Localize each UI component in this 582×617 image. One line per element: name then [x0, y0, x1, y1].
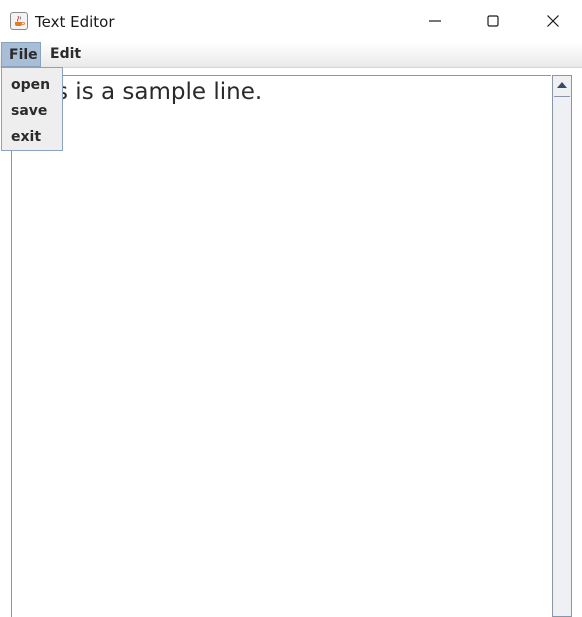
close-icon [547, 15, 559, 27]
menu-edit[interactable]: Edit [43, 42, 88, 67]
minimize-icon [429, 20, 441, 22]
window-title: Text Editor [35, 13, 115, 31]
scroll-up-button[interactable] [554, 77, 570, 95]
maximize-button[interactable] [464, 0, 522, 42]
arrow-up-icon [557, 82, 567, 88]
file-menu-dropdown: open save exit [1, 67, 63, 151]
scroll-track-divider [554, 96, 570, 97]
menu-item-exit[interactable]: exit [2, 124, 62, 150]
menu-item-open[interactable]: open [2, 72, 62, 98]
maximize-icon [487, 15, 499, 27]
text-area[interactable]: This is a sample line. [11, 75, 551, 617]
java-coffee-icon [10, 12, 28, 30]
menu-file[interactable]: File [1, 42, 41, 67]
title-bar[interactable]: Text Editor [0, 0, 582, 42]
app-window: Text Editor File Edit This is a sample l… [0, 0, 582, 617]
vertical-scrollbar[interactable] [552, 75, 572, 617]
minimize-button[interactable] [406, 0, 464, 42]
close-button[interactable] [524, 0, 582, 42]
menu-item-save[interactable]: save [2, 98, 62, 124]
menu-bar: File Edit [0, 42, 582, 68]
